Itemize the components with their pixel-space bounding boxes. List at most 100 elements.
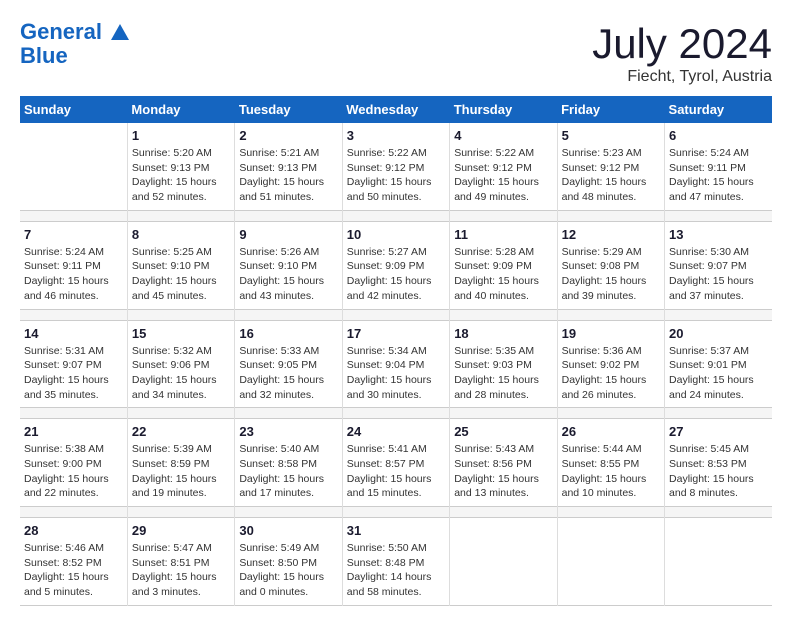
logo-text: General [20, 20, 132, 44]
calendar-cell: 3Sunrise: 5:22 AM Sunset: 9:12 PM Daylig… [342, 123, 449, 210]
day-info: Sunrise: 5:41 AM Sunset: 8:57 PM Dayligh… [347, 442, 445, 501]
calendar-cell: 12 Sunrise: 5:29 AM Sunset: 9:08 PM Dayli… [557, 221, 664, 309]
month-title: July 2024 [592, 20, 772, 68]
day-info: Sunrise: 5:38 AM Sunset: 9:00 PM Dayligh… [24, 442, 123, 501]
calendar-cell: 27 Sunrise: 5:45 AM Sunset: 8:53 PM Dayli… [665, 419, 772, 507]
day-number: 1 [132, 128, 230, 143]
day-info: Sunrise: 5:27 AM Sunset: 9:09 PM Dayligh… [347, 245, 445, 304]
day-info: Sunrise: 5:49 AM Sunset: 8:50 PM Dayligh… [239, 541, 337, 600]
day-info: Sunrise: 5:33 AM Sunset: 9:05 PM Dayligh… [239, 344, 337, 403]
location: Fiecht, Tyrol, Austria [592, 68, 772, 86]
day-number: 3 [347, 128, 445, 143]
calendar-cell: 29 Sunrise: 5:47 AM Sunset: 8:51 PM Dayli… [127, 518, 234, 606]
logo-blue: Blue [20, 44, 132, 68]
day-number: 7 [24, 227, 123, 242]
calendar-cell: 20Sunrise: 5:37 AM Sunset: 9:01 PM Dayli… [665, 320, 772, 408]
day-number: 15 [132, 326, 230, 341]
week-separator [20, 408, 772, 419]
day-number: 14 [24, 326, 123, 341]
day-info: Sunrise: 5:21 AM Sunset: 9:13 PM Dayligh… [239, 146, 337, 205]
calendar-cell: 7 Sunrise: 5:24 AM Sunset: 9:11 PM Daylig… [20, 221, 127, 309]
calendar-cell: 21 Sunrise: 5:38 AM Sunset: 9:00 PM Dayli… [20, 419, 127, 507]
calendar-cell: 30 Sunrise: 5:49 AM Sunset: 8:50 PM Dayli… [235, 518, 342, 606]
week-row: 28 Sunrise: 5:46 AM Sunset: 8:52 PM Dayli… [20, 518, 772, 606]
calendar-cell: 1Sunrise: 5:20 AM Sunset: 9:13 PM Daylig… [127, 123, 234, 210]
calendar-cell: 16 Sunrise: 5:33 AM Sunset: 9:05 PM Dayli… [235, 320, 342, 408]
weekday-header: Sunday [20, 96, 127, 123]
calendar-cell: 28 Sunrise: 5:46 AM Sunset: 8:52 PM Dayli… [20, 518, 127, 606]
day-number: 6 [669, 128, 768, 143]
day-number: 16 [239, 326, 337, 341]
day-number: 21 [24, 424, 123, 439]
calendar-cell: 22Sunrise: 5:39 AM Sunset: 8:59 PM Dayli… [127, 419, 234, 507]
week-separator [20, 210, 772, 221]
day-info: Sunrise: 5:50 AM Sunset: 8:48 PM Dayligh… [347, 541, 445, 600]
weekday-header-row: SundayMondayTuesdayWednesdayThursdayFrid… [20, 96, 772, 123]
day-number: 22 [132, 424, 230, 439]
day-info: Sunrise: 5:22 AM Sunset: 9:12 PM Dayligh… [454, 146, 552, 205]
calendar-cell: 8 Sunrise: 5:25 AM Sunset: 9:10 PM Daylig… [127, 221, 234, 309]
day-number: 2 [239, 128, 337, 143]
calendar-cell: 23Sunrise: 5:40 AM Sunset: 8:58 PM Dayli… [235, 419, 342, 507]
page-header: General Blue July 2024 Fiecht, Tyrol, Au… [20, 20, 772, 86]
calendar-cell [450, 518, 557, 606]
weekday-header: Tuesday [235, 96, 342, 123]
day-info: Sunrise: 5:34 AM Sunset: 9:04 PM Dayligh… [347, 344, 445, 403]
day-info: Sunrise: 5:37 AM Sunset: 9:01 PM Dayligh… [669, 344, 768, 403]
day-number: 28 [24, 523, 123, 538]
day-number: 24 [347, 424, 445, 439]
calendar-cell: 4 Sunrise: 5:22 AM Sunset: 9:12 PM Daylig… [450, 123, 557, 210]
calendar-cell: 14Sunrise: 5:31 AM Sunset: 9:07 PM Dayli… [20, 320, 127, 408]
day-info: Sunrise: 5:40 AM Sunset: 8:58 PM Dayligh… [239, 442, 337, 501]
day-number: 5 [562, 128, 660, 143]
calendar-cell: 31 Sunrise: 5:50 AM Sunset: 8:48 PM Dayli… [342, 518, 449, 606]
day-info: Sunrise: 5:44 AM Sunset: 8:55 PM Dayligh… [562, 442, 660, 501]
day-info: Sunrise: 5:45 AM Sunset: 8:53 PM Dayligh… [669, 442, 768, 501]
calendar-cell: 10 Sunrise: 5:27 AM Sunset: 9:09 PM Dayli… [342, 221, 449, 309]
calendar-cell: 25Sunrise: 5:43 AM Sunset: 8:56 PM Dayli… [450, 419, 557, 507]
day-number: 26 [562, 424, 660, 439]
day-number: 31 [347, 523, 445, 538]
calendar-cell: 13Sunrise: 5:30 AM Sunset: 9:07 PM Dayli… [665, 221, 772, 309]
weekday-header: Friday [557, 96, 664, 123]
day-number: 27 [669, 424, 768, 439]
day-number: 12 [562, 227, 660, 242]
day-number: 18 [454, 326, 552, 341]
calendar-cell: 24 Sunrise: 5:41 AM Sunset: 8:57 PM Dayli… [342, 419, 449, 507]
weekday-header: Thursday [450, 96, 557, 123]
week-separator [20, 507, 772, 518]
weekday-header: Saturday [665, 96, 772, 123]
calendar-cell: 9Sunrise: 5:26 AM Sunset: 9:10 PM Daylig… [235, 221, 342, 309]
week-separator [20, 309, 772, 320]
logo-icon [109, 22, 131, 44]
day-info: Sunrise: 5:25 AM Sunset: 9:10 PM Dayligh… [132, 245, 230, 304]
day-info: Sunrise: 5:28 AM Sunset: 9:09 PM Dayligh… [454, 245, 552, 304]
day-info: Sunrise: 5:29 AM Sunset: 9:08 PM Dayligh… [562, 245, 660, 304]
calendar-cell: 26 Sunrise: 5:44 AM Sunset: 8:55 PM Dayli… [557, 419, 664, 507]
day-info: Sunrise: 5:24 AM Sunset: 9:11 PM Dayligh… [669, 146, 768, 205]
day-info: Sunrise: 5:24 AM Sunset: 9:11 PM Dayligh… [24, 245, 123, 304]
calendar-cell: 17 Sunrise: 5:34 AM Sunset: 9:04 PM Dayli… [342, 320, 449, 408]
day-info: Sunrise: 5:43 AM Sunset: 8:56 PM Dayligh… [454, 442, 552, 501]
day-info: Sunrise: 5:26 AM Sunset: 9:10 PM Dayligh… [239, 245, 337, 304]
day-number: 30 [239, 523, 337, 538]
title-block: July 2024 Fiecht, Tyrol, Austria [592, 20, 772, 86]
day-number: 29 [132, 523, 230, 538]
day-info: Sunrise: 5:32 AM Sunset: 9:06 PM Dayligh… [132, 344, 230, 403]
day-number: 4 [454, 128, 552, 143]
weekday-header: Monday [127, 96, 234, 123]
day-number: 13 [669, 227, 768, 242]
day-number: 10 [347, 227, 445, 242]
logo: General Blue [20, 20, 132, 68]
day-number: 19 [562, 326, 660, 341]
week-row: 1Sunrise: 5:20 AM Sunset: 9:13 PM Daylig… [20, 123, 772, 210]
day-info: Sunrise: 5:23 AM Sunset: 9:12 PM Dayligh… [562, 146, 660, 205]
day-info: Sunrise: 5:36 AM Sunset: 9:02 PM Dayligh… [562, 344, 660, 403]
day-number: 8 [132, 227, 230, 242]
day-number: 17 [347, 326, 445, 341]
week-row: 21 Sunrise: 5:38 AM Sunset: 9:00 PM Dayli… [20, 419, 772, 507]
day-info: Sunrise: 5:46 AM Sunset: 8:52 PM Dayligh… [24, 541, 123, 600]
day-info: Sunrise: 5:47 AM Sunset: 8:51 PM Dayligh… [132, 541, 230, 600]
week-row: 7 Sunrise: 5:24 AM Sunset: 9:11 PM Daylig… [20, 221, 772, 309]
calendar-table: SundayMondayTuesdayWednesdayThursdayFrid… [20, 96, 772, 606]
